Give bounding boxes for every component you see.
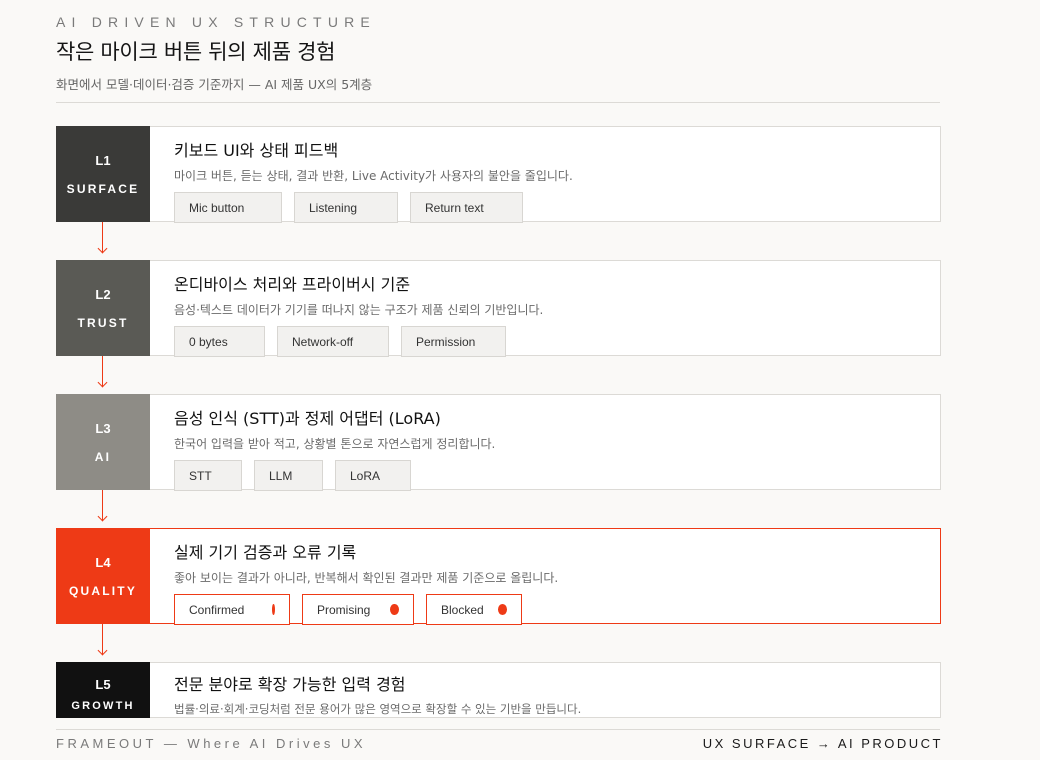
status-dot-icon	[497, 604, 507, 615]
layer-card: 전문 분야로 확장 가능한 입력 경험 법률·의료·회계·코딩처럼 전문 용어가…	[150, 662, 941, 718]
footer-brand: FRAMEOUT — Where AI Drives UX	[56, 736, 367, 751]
layer-description: 한국어 입력을 받아 적고, 상황별 톤으로 자연스럽게 정리합니다.	[174, 437, 496, 451]
layer-badge: L2 TRUST	[56, 260, 150, 356]
layer-description: 좋아 보이는 결과가 아니라, 반복해서 확인된 결과만 제품 기준으로 올립니…	[174, 571, 559, 585]
layer-badge: L4 QUALITY	[56, 528, 150, 624]
chip-group: 0 bytes Network-off Permission	[174, 326, 940, 357]
layer-description: 음성·텍스트 데이터가 기기를 떠나지 않는 구조가 제품 신뢰의 기반입니다.	[174, 303, 544, 317]
status-dot-icon	[390, 604, 399, 615]
layer-description: 마이크 버튼, 듣는 상태, 결과 반환, Live Activity가 사용자…	[174, 169, 573, 183]
chip-network-off: Network-off	[277, 326, 389, 357]
chip-permission: Permission	[401, 326, 506, 357]
layer-title: 음성 인식 (STT)과 정제 어댑터 (LoRA)	[174, 409, 441, 428]
layer-card: 온디바이스 처리와 프라이버시 기준 음성·텍스트 데이터가 기기를 떠나지 않…	[150, 260, 941, 357]
status-dot-icon	[272, 604, 275, 615]
layer-l2: L2 TRUST 온디바이스 처리와 프라이버시 기준 음성·텍스트 데이터가 …	[56, 260, 941, 357]
layer-title: 키보드 UI와 상태 피드백	[174, 141, 339, 160]
header: AI DRIVEN UX STRUCTURE 작은 마이크 버튼 뒤의 제품 경…	[56, 14, 940, 93]
footer-tagline: UX SURFACE → AI PRODUCT	[702, 736, 943, 751]
chip-mic-button: Mic button	[174, 192, 282, 223]
chip-stt: STT	[174, 460, 242, 491]
layer-l3: L3 AI 음성 인식 (STT)과 정제 어댑터 (LoRA) 한국어 입력을…	[56, 394, 941, 491]
chip-zero-bytes: 0 bytes	[174, 326, 265, 357]
layer-level: L2	[95, 286, 111, 302]
chip-promising: Promising	[302, 594, 414, 625]
layer-title: 온디바이스 처리와 프라이버시 기준	[174, 275, 411, 294]
page-subtitle: 화면에서 모델·데이터·검증 기준까지 — AI 제품 UX의 5계층	[56, 77, 373, 92]
chip-return-text: Return text	[410, 192, 523, 223]
layer-card: 음성 인식 (STT)과 정제 어댑터 (LoRA) 한국어 입력을 받아 적고…	[150, 394, 941, 491]
flow-arrow	[97, 490, 108, 522]
layer-l1: L1 SURFACE 키보드 UI와 상태 피드백 마이크 버튼, 듣는 상태,…	[56, 126, 941, 223]
header-divider	[56, 102, 940, 103]
layer-l5: L5 GROWTH 전문 분야로 확장 가능한 입력 경험 법률·의료·회계·코…	[56, 662, 941, 718]
layer-card: 키보드 UI와 상태 피드백 마이크 버튼, 듣는 상태, 결과 반환, Liv…	[150, 126, 941, 223]
layer-l4: L4 QUALITY 실제 기기 검증과 오류 기록 좋아 보이는 결과가 아니…	[56, 528, 941, 625]
chip-listening: Listening	[294, 192, 398, 223]
layer-card: 실제 기기 검증과 오류 기록 좋아 보이는 결과가 아니라, 반복해서 확인된…	[150, 528, 941, 625]
layer-tag: QUALITY	[68, 583, 138, 598]
chip-group: Confirmed Promising Blocked	[174, 594, 940, 625]
layer-level: L1	[95, 152, 111, 168]
layer-badge: L5 GROWTH	[56, 662, 150, 718]
footer-divider	[56, 729, 940, 730]
layer-level: L5	[95, 677, 111, 692]
layer-tag: AI	[94, 449, 112, 464]
layer-badge: L3 AI	[56, 394, 150, 490]
chip-confirmed: Confirmed	[174, 594, 290, 625]
chip-label: Blocked	[441, 602, 484, 617]
chip-lora: LoRA	[335, 460, 411, 491]
layer-level: L4	[95, 554, 111, 570]
chip-blocked: Blocked	[426, 594, 522, 625]
layer-title: 전문 분야로 확장 가능한 입력 경험	[174, 675, 406, 694]
chip-label: Confirmed	[189, 602, 245, 617]
flow-arrow	[97, 222, 108, 254]
chip-llm: LLM	[254, 460, 323, 491]
layer-badge: L1 SURFACE	[56, 126, 150, 222]
page-title: 작은 마이크 버튼 뒤의 제품 경험	[56, 40, 336, 64]
layer-level: L3	[95, 420, 111, 436]
layer-description: 법률·의료·회계·코딩처럼 전문 용어가 많은 영역으로 확장할 수 있는 기반…	[174, 702, 582, 716]
flow-arrow	[97, 356, 108, 388]
chip-label: Promising	[317, 602, 371, 617]
layer-title: 실제 기기 검증과 오류 기록	[174, 543, 357, 562]
chip-group: STT LLM LoRA	[174, 460, 940, 491]
kicker: AI DRIVEN UX STRUCTURE	[56, 14, 376, 30]
flow-arrow	[97, 624, 108, 656]
layer-tag: SURFACE	[66, 181, 140, 196]
chip-group: Mic button Listening Return text	[174, 192, 940, 223]
layer-tag: TRUST	[77, 315, 129, 330]
layer-tag: GROWTH	[71, 700, 135, 712]
